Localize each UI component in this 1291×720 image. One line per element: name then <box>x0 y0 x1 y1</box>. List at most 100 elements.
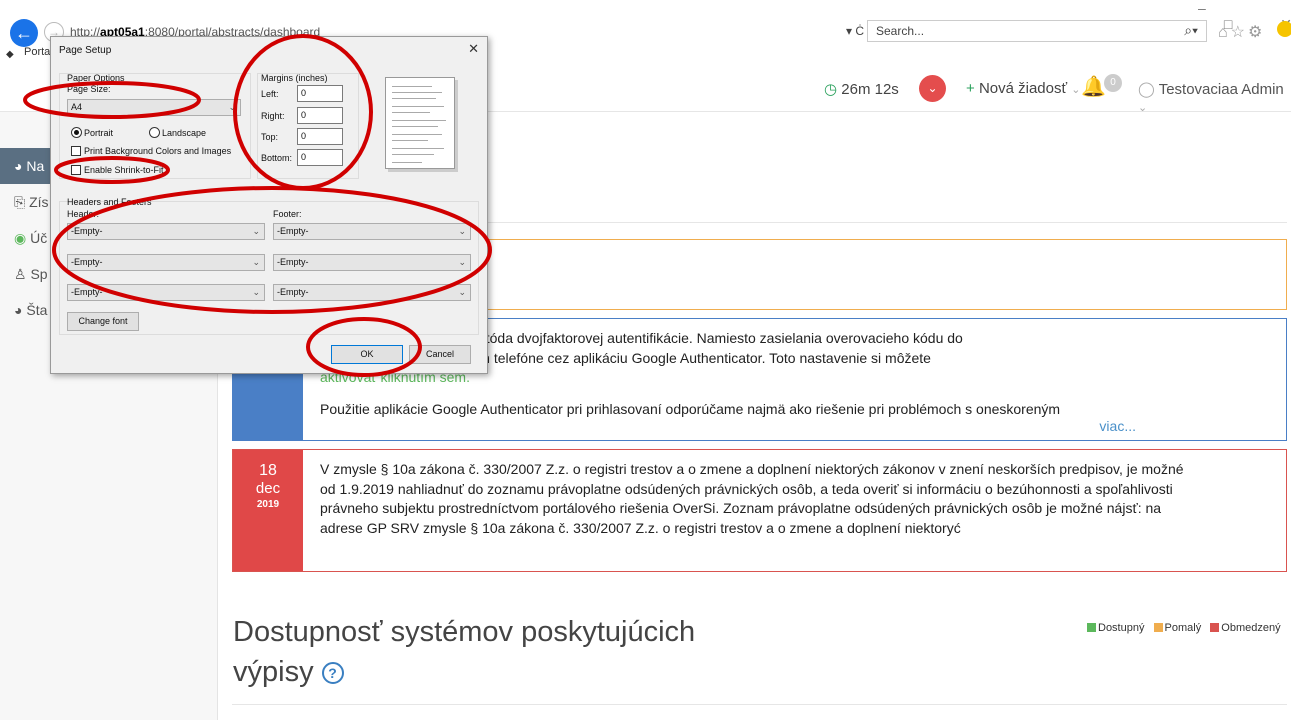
header-select-2[interactable]: -Empty- ⌄ <box>67 254 265 271</box>
header-value: -Empty- <box>71 257 103 267</box>
news-paragraph: Použitie aplikácie Google Authenticator … <box>320 400 1061 417</box>
legend-limited: Obmedzený <box>1210 622 1281 634</box>
address-controls[interactable]: ▾ Ċ <box>846 24 864 38</box>
legend-label: Pomalý <box>1164 622 1202 634</box>
toolbar-icons[interactable]: ⌂☆⚙ <box>1218 22 1265 42</box>
help-icon[interactable]: ? <box>321 662 344 685</box>
margins-label: Margins (inches) <box>261 73 328 83</box>
top-margin-input[interactable]: 0 <box>297 128 343 145</box>
legend-swatch <box>1210 623 1220 632</box>
chevron-down-icon: ⌄ <box>252 257 260 267</box>
availability-title: Dostupnosť systémov poskytujúcich výpisy… <box>233 612 753 692</box>
news-month: dec <box>255 480 281 497</box>
preview-line <box>392 148 444 149</box>
footer-label: Footer: <box>273 209 302 219</box>
header-value: -Empty- <box>71 226 103 236</box>
timer-value: 26m 12s <box>841 81 899 98</box>
bottom-margin-label: Bottom: <box>261 153 293 163</box>
landscape-radio[interactable] <box>149 127 160 138</box>
footer-select-3[interactable]: -Empty- ⌄ <box>273 284 471 301</box>
page-size-select[interactable]: A4 ⌄ <box>67 99 241 116</box>
availability-title-text: Dostupnosť systémov poskytujúcich výpisy <box>233 616 696 688</box>
alert-button[interactable]: ⌄ <box>919 75 946 102</box>
header-select-1[interactable]: -Empty- ⌄ <box>67 223 265 240</box>
news-item-register: 18 dec 2019 V zmysle § 10a zákona č. 330… <box>232 449 1287 572</box>
sidebar-item-label: Šta <box>26 302 48 318</box>
right-margin-input[interactable]: 0 <box>297 107 343 124</box>
bottom-margin-input[interactable]: 0 <box>297 149 343 166</box>
print-background-checkbox[interactable] <box>71 146 81 156</box>
chevron-down-icon: ⌄ <box>252 287 260 297</box>
smiley-icon[interactable] <box>1277 21 1291 37</box>
preview-line <box>392 98 436 99</box>
tab-label: Porta <box>24 46 51 58</box>
chevron-down-icon: ⌄ <box>458 226 466 236</box>
shrink-to-fit-checkbox[interactable] <box>71 165 81 175</box>
new-request-button[interactable]: + Nová žiadosť ⌄ <box>966 80 1081 97</box>
preview-line <box>392 126 438 127</box>
header-value: -Empty- <box>71 287 103 297</box>
news-date: 18 dec 2019 <box>233 450 303 571</box>
dialog-title: Page Setup <box>59 45 112 56</box>
ok-button[interactable]: OK <box>331 345 403 364</box>
page-setup-dialog: Page Setup ✕ Paper Options Page Size: A4… <box>50 36 488 374</box>
cancel-button[interactable]: Cancel <box>409 345 471 364</box>
search-icon[interactable]: ⌕▾ <box>1184 22 1198 39</box>
news-year: 2019 <box>256 499 280 510</box>
sidebar-item-label: Na <box>26 158 45 174</box>
more-link[interactable]: viac... <box>1099 418 1136 434</box>
footer-value: -Empty- <box>277 287 309 297</box>
legend-available: Dostupný <box>1087 622 1144 634</box>
chevron-down-icon: ⌄ <box>252 226 260 236</box>
preview-line <box>392 92 442 93</box>
news-day: 18 <box>259 462 277 479</box>
sidebar-item-label: Úč <box>30 230 48 246</box>
legend-label: Obmedzený <box>1221 622 1281 634</box>
sidebar-item-label: Sp <box>30 266 48 282</box>
legend-swatch <box>1087 623 1096 632</box>
preview-line <box>392 120 446 121</box>
chevron-down-icon: ⌄ <box>1071 84 1081 96</box>
user-avatar-icon: ◯ <box>1138 81 1155 98</box>
chevron-down-icon: ⌄ <box>458 287 466 297</box>
preview-line <box>392 86 432 87</box>
legend-swatch <box>1153 623 1163 632</box>
back-arrow-icon[interactable]: ← <box>10 19 38 47</box>
divider <box>232 704 1287 705</box>
chevron-down-icon: ⌄ <box>458 257 466 267</box>
footer-select-2[interactable]: -Empty- ⌄ <box>273 254 471 271</box>
left-margin-input[interactable]: 0 <box>297 85 343 102</box>
left-margin-label: Left: <box>261 89 279 99</box>
preview-line <box>392 154 434 155</box>
users-icon: ♙ <box>14 266 27 282</box>
portrait-radio[interactable] <box>71 127 82 138</box>
preview-line <box>392 134 442 135</box>
statistics-icon: ◕ <box>14 302 23 318</box>
portrait-label: Portrait <box>84 128 114 138</box>
page-size-label: Page Size: <box>67 84 111 94</box>
right-margin-label: Right: <box>261 111 285 121</box>
paper-options-label: Paper Options <box>67 73 125 83</box>
page-preview <box>385 77 455 169</box>
footer-select-1[interactable]: -Empty- ⌄ <box>273 223 471 240</box>
legend-slow: Pomalý <box>1153 622 1202 634</box>
change-font-button[interactable]: Change font <box>67 312 139 331</box>
browser-search-input[interactable]: Search... ⌕▾ <box>867 20 1207 42</box>
chevron-down-icon: ⌄ <box>228 102 236 112</box>
session-timer: ◷ 26m 12s <box>824 80 899 98</box>
preview-line <box>392 140 428 141</box>
bell-icon[interactable]: 🔔 <box>1081 74 1106 98</box>
notification-count: 0 <box>1104 74 1122 92</box>
sidebar-item-label: Zís <box>29 194 49 210</box>
top-margin-label: Top: <box>261 132 279 142</box>
footer-value: -Empty- <box>277 226 309 236</box>
preview-line <box>392 112 430 113</box>
page-size-value: A4 <box>71 102 83 112</box>
close-icon[interactable]: ✕ <box>468 41 479 57</box>
dashboard-icon: ◕ <box>14 158 23 174</box>
header-select-3[interactable]: -Empty- ⌄ <box>67 284 265 301</box>
chevron-down-icon: ⌄ <box>1138 102 1148 114</box>
preview-line <box>392 106 444 107</box>
tab-favicon-icon: ◆ <box>6 49 14 60</box>
user-menu[interactable]: ◯ Testovaciaa Admin ⌄ <box>1138 80 1291 115</box>
